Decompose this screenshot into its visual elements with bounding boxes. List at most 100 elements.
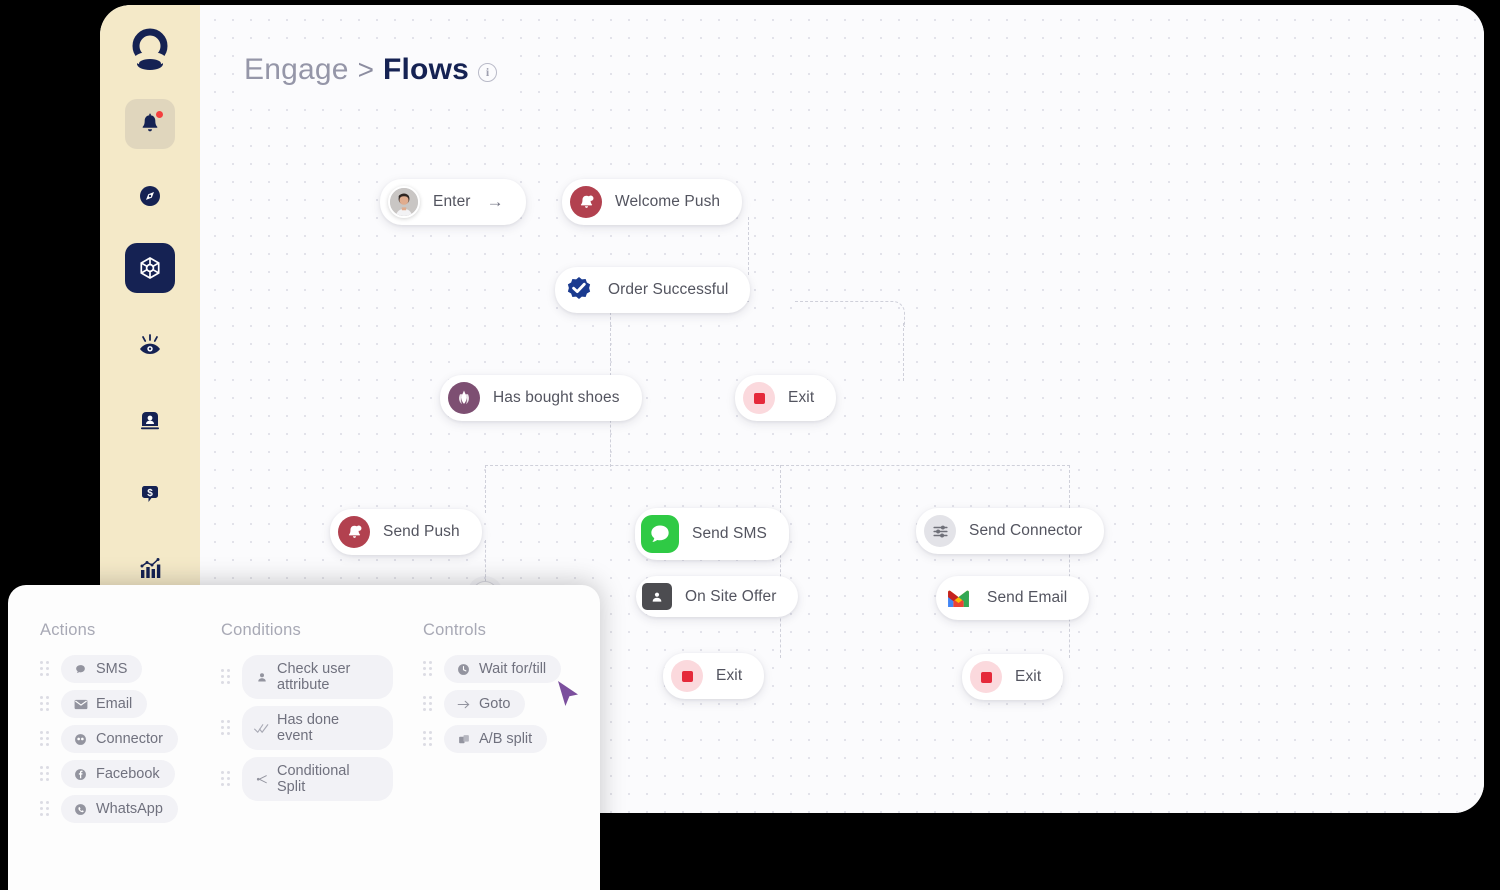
sidebar-item-notifications[interactable] bbox=[125, 99, 175, 149]
drag-handle-icon[interactable] bbox=[423, 661, 435, 677]
chat-bubble-icon bbox=[73, 662, 88, 677]
palette-item-connector[interactable]: Connector bbox=[40, 725, 191, 753]
connector-split-right bbox=[1069, 465, 1070, 513]
palette-column-conditions: Conditions Check user attribute Has done… bbox=[221, 621, 393, 890]
drag-handle-icon[interactable] bbox=[40, 696, 52, 712]
clock-icon bbox=[456, 662, 471, 677]
arrow-right-icon bbox=[456, 697, 471, 712]
notification-badge bbox=[155, 110, 164, 119]
breadcrumb: Engage > Flows i bbox=[244, 49, 508, 93]
breadcrumb-separator: > bbox=[357, 54, 374, 85]
mouse-cursor bbox=[556, 680, 582, 715]
flow-network-icon bbox=[140, 257, 160, 279]
person-icon bbox=[254, 670, 269, 685]
drag-handle-icon[interactable] bbox=[423, 731, 435, 747]
whatsapp-icon bbox=[73, 802, 88, 817]
palette-item-label: SMS bbox=[96, 661, 128, 677]
compass-icon bbox=[140, 186, 160, 206]
breadcrumb-parent[interactable]: Engage bbox=[244, 53, 349, 87]
user-card-icon bbox=[141, 412, 159, 430]
flow-node-exit-2[interactable]: Exit bbox=[663, 653, 765, 699]
sidebar-item-insights[interactable] bbox=[125, 321, 175, 371]
flow-node-label: Enter bbox=[433, 193, 471, 210]
flow-node-label: On Site Offer bbox=[685, 587, 777, 605]
flow-node-exit-1[interactable]: Exit bbox=[735, 375, 837, 421]
sidebar-item-audience[interactable] bbox=[125, 395, 175, 445]
flow-node-send-push[interactable]: Send Push bbox=[330, 509, 482, 555]
palette-item-ab-split[interactable]: A/B split bbox=[423, 725, 574, 753]
ab-split-icon bbox=[456, 732, 471, 747]
flow-node-label: Exit bbox=[788, 389, 815, 406]
flow-node-send-connector[interactable]: Send Connector bbox=[916, 508, 1105, 554]
palette-item-sms[interactable]: SMS bbox=[40, 655, 191, 683]
drag-handle-icon[interactable] bbox=[40, 731, 52, 747]
double-check-icon bbox=[254, 721, 269, 736]
flow-node-label: Send SMS bbox=[692, 525, 767, 542]
flow-node-send-sms[interactable]: Send SMS bbox=[635, 508, 789, 560]
palette-item-label: WhatsApp bbox=[96, 801, 163, 817]
drag-handle-icon[interactable] bbox=[40, 766, 52, 782]
connector-split-mid bbox=[780, 465, 781, 513]
palette-item-conditional-split[interactable]: Conditional Split bbox=[221, 757, 393, 801]
drag-handle-icon[interactable] bbox=[221, 771, 233, 787]
palette-item-wait-for-till[interactable]: Wait for/till bbox=[423, 655, 574, 683]
user-avatar-icon bbox=[388, 186, 420, 218]
flow-node-enter[interactable]: Enter → bbox=[380, 179, 526, 225]
connector-icon bbox=[73, 732, 88, 747]
palette-item-has-done-event[interactable]: Has done event bbox=[221, 706, 393, 750]
info-icon[interactable]: i bbox=[478, 62, 498, 82]
gmail-icon bbox=[942, 583, 974, 613]
flow-node-on-site-offer[interactable]: On Site Offer bbox=[636, 576, 799, 617]
dollar-chat-icon: $ bbox=[142, 486, 158, 502]
envelope-icon bbox=[73, 697, 88, 712]
connector-branch-right-down bbox=[903, 323, 904, 381]
flow-node-label: Send Email bbox=[987, 589, 1068, 606]
chat-bubble-icon bbox=[641, 515, 679, 553]
flow-node-welcome-push[interactable]: Welcome Push bbox=[562, 179, 743, 225]
palette-column-title: Conditions bbox=[221, 621, 301, 639]
palette-item-whatsapp[interactable]: WhatsApp bbox=[40, 795, 191, 823]
connector-split-left bbox=[485, 465, 486, 513]
palette-item-goto[interactable]: Goto bbox=[423, 690, 574, 718]
palette-item-facebook[interactable]: Facebook bbox=[40, 760, 191, 788]
sidebar-item-explore[interactable] bbox=[125, 171, 175, 221]
condition-icon bbox=[448, 382, 480, 414]
connector-branch-left-down bbox=[610, 323, 611, 381]
drag-handle-icon[interactable] bbox=[221, 669, 233, 685]
palette-column-title: Actions bbox=[40, 621, 96, 639]
sidebar-item-revenue[interactable]: $ bbox=[125, 469, 175, 519]
drag-handle-icon[interactable] bbox=[423, 696, 435, 712]
sidebar-item-flows[interactable] bbox=[125, 243, 175, 293]
connector-welcome-order bbox=[748, 217, 749, 275]
palette-item-check-user-attribute[interactable]: Check user attribute bbox=[221, 655, 393, 699]
bar-chart-icon bbox=[140, 558, 161, 578]
flow-node-label: Welcome Push bbox=[615, 193, 721, 210]
arrow-right-icon: → bbox=[486, 192, 504, 211]
drag-handle-icon[interactable] bbox=[40, 661, 52, 677]
brand-logo[interactable] bbox=[128, 27, 172, 71]
eye-icon bbox=[140, 334, 160, 354]
connector-sendpush-add bbox=[485, 540, 486, 582]
page-title: Flows bbox=[383, 53, 470, 86]
flow-node-label: Send Push bbox=[383, 523, 460, 540]
flow-node-exit-3[interactable]: Exit bbox=[962, 654, 1064, 700]
bell-push-icon bbox=[570, 186, 602, 218]
flow-node-has-bought-shoes[interactable]: Has bought shoes bbox=[440, 375, 642, 421]
palette-item-label: Wait for/till bbox=[479, 661, 547, 677]
stop-square-icon bbox=[671, 660, 703, 692]
flow-node-order-successful[interactable]: Order Successful bbox=[555, 267, 751, 313]
drag-handle-icon[interactable] bbox=[40, 801, 52, 817]
flow-node-send-email[interactable]: Send Email bbox=[936, 576, 1090, 620]
flow-node-label: Order Successful bbox=[608, 281, 729, 298]
brand-logo-icon bbox=[132, 28, 168, 70]
drag-handle-icon[interactable] bbox=[221, 720, 233, 736]
palette-item-email[interactable]: Email bbox=[40, 690, 191, 718]
onsite-badge-icon bbox=[642, 583, 672, 610]
sliders-icon bbox=[924, 515, 956, 547]
palette-item-label: Conditional Split bbox=[277, 763, 350, 795]
flow-node-label: Exit bbox=[1015, 668, 1042, 685]
palette-column-title: Controls bbox=[423, 621, 487, 639]
connector-split-bar bbox=[485, 465, 1070, 466]
palette-item-label: A/B split bbox=[479, 731, 533, 747]
stop-square-icon bbox=[970, 661, 1002, 693]
